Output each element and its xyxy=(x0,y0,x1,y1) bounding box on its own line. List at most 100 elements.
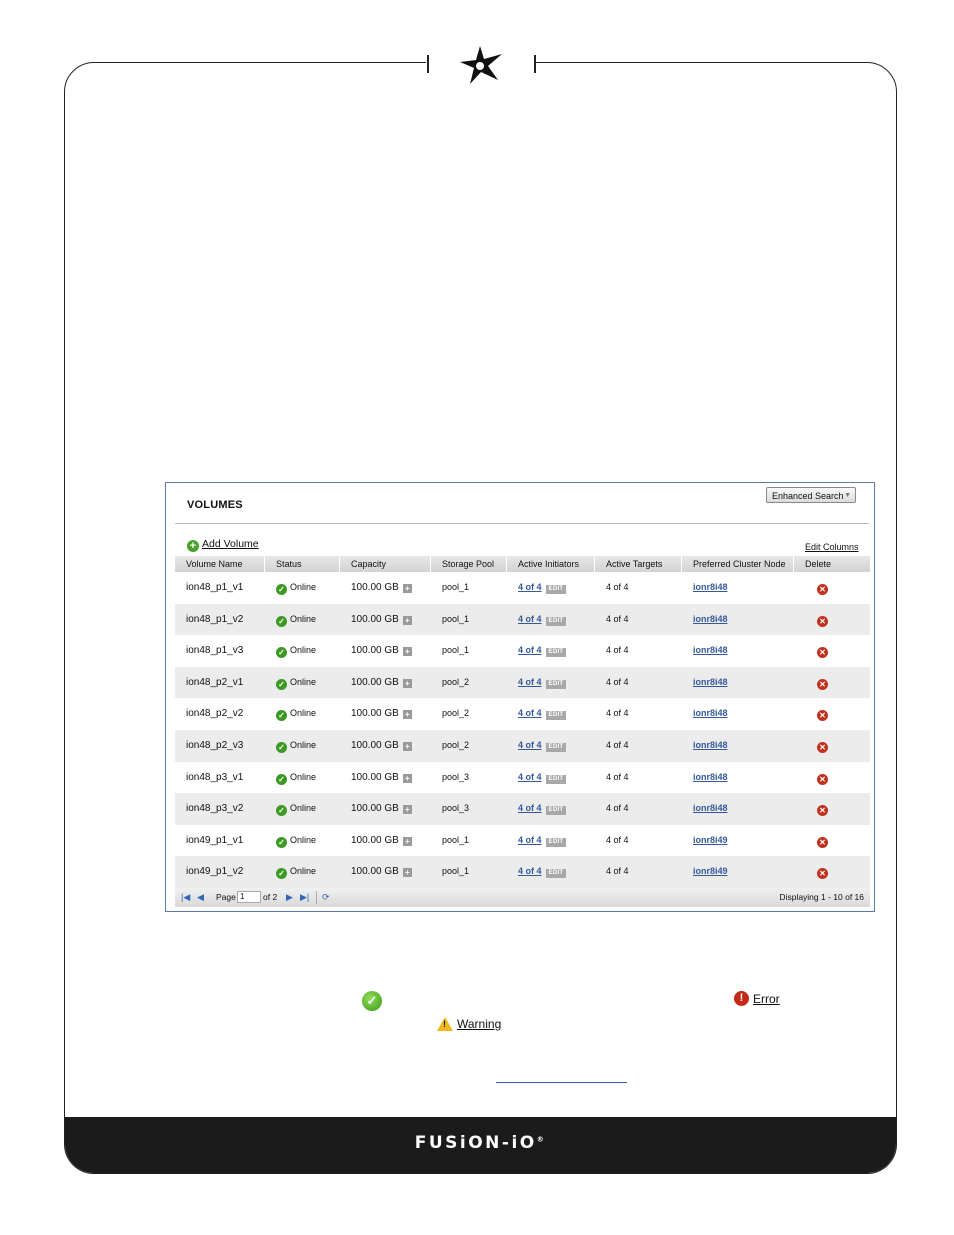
node-cell: ionr8i48 xyxy=(682,730,728,762)
delete-icon[interactable]: ✕ xyxy=(817,741,828,753)
error-link[interactable]: Error xyxy=(753,992,780,1006)
capacity-cell: 100.00 GB + xyxy=(340,856,412,888)
enhanced-search-button[interactable]: Enhanced Search ▼ xyxy=(766,487,856,503)
check-circle-icon: ✓ xyxy=(362,991,382,1011)
expand-icon[interactable]: + xyxy=(402,710,412,720)
cluster-node-link[interactable]: ionr8i48 xyxy=(693,645,728,655)
column-header[interactable]: Volume Name xyxy=(175,556,265,572)
check-circle-icon: ✓ xyxy=(276,584,287,595)
status-cell: ✓ Online xyxy=(265,635,316,667)
expand-icon[interactable]: + xyxy=(402,741,412,751)
delete-icon[interactable]: ✕ xyxy=(817,584,828,595)
expand-icon[interactable]: + xyxy=(402,773,412,783)
initiators-link[interactable]: 4 of 4 xyxy=(518,582,542,592)
table-row[interactable]: ion48_p2_v2 ✓ Online 100.00 GB + pool_2 4 of 4… xyxy=(175,698,870,730)
warning-link[interactable]: Warning xyxy=(457,1017,501,1031)
table-row[interactable]: ion48_p1_v1 ✓ Online 100.00 GB + pool_1 4 of 4… xyxy=(175,572,870,604)
initiators-link[interactable]: 4 of 4 xyxy=(518,614,542,624)
capacity-cell: 100.00 GB + xyxy=(340,572,412,604)
edit-columns-link[interactable]: Edit Columns xyxy=(805,542,859,552)
cluster-node-link[interactable]: ionr8i48 xyxy=(693,582,728,592)
initiators-cell: 4 of 4 EDIT xyxy=(507,793,567,825)
column-header[interactable]: Status xyxy=(265,556,340,572)
edit-initiators-button[interactable]: EDIT xyxy=(545,679,567,689)
edit-initiators-button[interactable]: EDIT xyxy=(545,774,567,784)
expand-icon[interactable]: + xyxy=(402,836,412,846)
table-row[interactable]: ion48_p2_v1 ✓ Online 100.00 GB + pool_2 4 of 4… xyxy=(175,666,870,699)
expand-icon[interactable]: + xyxy=(402,584,412,593)
next-page-icon[interactable]: ▶ xyxy=(286,888,293,907)
expand-icon[interactable]: + xyxy=(402,805,412,815)
add-volume-link[interactable]: + Add Volume xyxy=(187,538,259,552)
cluster-node-link[interactable]: ionr8i49 xyxy=(693,866,728,876)
edit-initiators-button[interactable]: EDIT xyxy=(545,742,567,752)
table-row[interactable]: ion48_p2_v3 ✓ Online 100.00 GB + pool_2 4 of 4… xyxy=(175,729,870,762)
delete-icon[interactable]: ✕ xyxy=(817,868,828,880)
status-cell: ✓ Online xyxy=(265,762,316,794)
table-row[interactable]: ion48_p1_v2 ✓ Online 100.00 GB + pool_1 4 of 4… xyxy=(175,603,870,636)
edit-initiators-button[interactable]: EDIT xyxy=(545,711,567,721)
initiators-link[interactable]: 4 of 4 xyxy=(518,708,542,718)
status-text: Online xyxy=(290,866,317,877)
column-header[interactable]: Storage Pool xyxy=(431,556,507,572)
table-row[interactable]: ion49_p1_v1 ✓ Online 100.00 GB + pool_1 4 of 4… xyxy=(175,825,870,857)
expand-icon[interactable]: + xyxy=(402,615,412,625)
edit-initiators-button[interactable]: EDIT xyxy=(545,869,567,879)
initiators-link[interactable]: 4 of 4 xyxy=(518,677,542,687)
hyperlink-underline[interactable] xyxy=(496,1082,627,1083)
column-header[interactable]: Preferred Cluster Node xyxy=(682,556,794,572)
capacity-cell: 100.00 GB + xyxy=(340,762,412,794)
status-cell: ✓ Online xyxy=(265,730,316,762)
cluster-node-link[interactable]: ionr8i49 xyxy=(693,835,728,845)
last-page-icon[interactable]: ▶| xyxy=(300,888,309,907)
table-row[interactable]: ion49_p1_v2 ✓ Online 100.00 GB + pool_1 4 of 4… xyxy=(175,856,870,888)
enhanced-search-label: Enhanced Search xyxy=(772,491,844,501)
cluster-node-link[interactable]: ionr8i48 xyxy=(693,708,728,718)
delete-cell: ✕ xyxy=(806,667,828,699)
delete-icon[interactable]: ✕ xyxy=(817,773,828,785)
cluster-node-link[interactable]: ionr8i48 xyxy=(693,614,728,624)
first-page-icon[interactable]: |◀ xyxy=(181,888,190,907)
column-header[interactable]: Delete xyxy=(794,556,870,572)
active-targets: 4 of 4 xyxy=(606,771,629,782)
edit-initiators-button[interactable]: EDIT xyxy=(545,616,567,626)
expand-icon[interactable]: + xyxy=(402,647,412,657)
column-header[interactable]: Capacity xyxy=(340,556,431,572)
status-text: Online xyxy=(290,645,317,656)
table-row[interactable]: ion48_p3_v1 ✓ Online 100.00 GB + pool_3 4 of 4… xyxy=(175,762,870,794)
page-number-input[interactable]: 1 xyxy=(237,891,261,903)
initiators-link[interactable]: 4 of 4 xyxy=(518,645,542,655)
initiators-link[interactable]: 4 of 4 xyxy=(518,866,542,876)
initiators-link[interactable]: 4 of 4 xyxy=(518,835,542,845)
table-row[interactable]: ion48_p3_v2 ✓ Online 100.00 GB + pool_3 4 of 4… xyxy=(175,793,870,825)
active-targets: 4 of 4 xyxy=(606,582,629,592)
column-header[interactable]: Active Initiators xyxy=(507,556,595,572)
delete-icon[interactable]: ✕ xyxy=(817,836,828,848)
active-targets: 4 of 4 xyxy=(606,834,629,845)
prev-page-icon[interactable]: ◀ xyxy=(197,888,204,907)
delete-icon[interactable]: ✕ xyxy=(817,615,828,627)
cluster-node-link[interactable]: ionr8i48 xyxy=(693,677,728,687)
delete-icon[interactable]: ✕ xyxy=(817,710,828,722)
cluster-node-link[interactable]: ionr8i48 xyxy=(693,740,728,750)
expand-icon[interactable]: + xyxy=(402,868,412,878)
edit-initiators-button[interactable]: EDIT xyxy=(545,585,567,594)
edit-initiators-button[interactable]: EDIT xyxy=(545,837,567,847)
delete-icon[interactable]: ✕ xyxy=(817,647,828,659)
expand-icon[interactable]: + xyxy=(402,678,412,688)
cluster-node-link[interactable]: ionr8i48 xyxy=(693,772,728,782)
initiators-link[interactable]: 4 of 4 xyxy=(518,740,542,750)
initiators-link[interactable]: 4 of 4 xyxy=(518,772,542,782)
status-cell: ✓ Online xyxy=(265,698,316,730)
delete-icon[interactable]: ✕ xyxy=(817,678,828,690)
delete-icon[interactable]: ✕ xyxy=(817,805,828,817)
initiators-link[interactable]: 4 of 4 xyxy=(518,803,542,813)
add-volume-label: Add Volume xyxy=(202,538,259,550)
chevron-down-icon: ▼ xyxy=(844,492,851,499)
edit-initiators-button[interactable]: EDIT xyxy=(545,648,567,658)
table-row[interactable]: ion48_p1_v3 ✓ Online 100.00 GB + pool_1 4 of 4… xyxy=(175,635,870,667)
edit-initiators-button[interactable]: EDIT xyxy=(545,806,567,816)
refresh-icon[interactable]: ⟳ xyxy=(322,888,330,907)
cluster-node-link[interactable]: ionr8i48 xyxy=(693,803,728,813)
column-header[interactable]: Active Targets xyxy=(595,556,682,572)
